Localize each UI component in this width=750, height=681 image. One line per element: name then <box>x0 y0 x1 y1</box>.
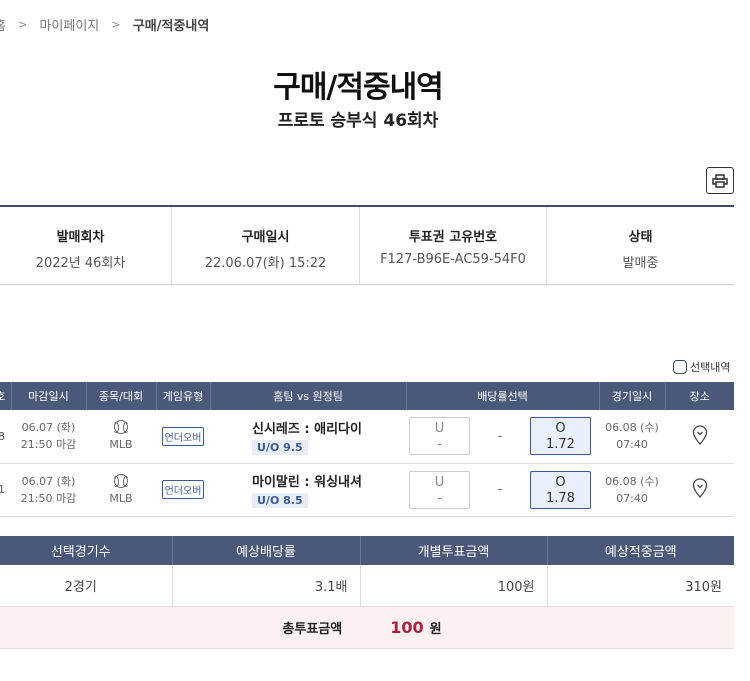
deadline-date: 06.07 (화) <box>21 421 76 435</box>
col-sport: 종목/대회 <box>86 382 157 410</box>
home-team: 신시레즈 <box>252 421 300 437</box>
breadcrumb-home[interactable]: 홈 <box>0 19 6 34</box>
game-no: 38 <box>0 410 11 464</box>
chevron-right-icon: > <box>111 18 121 31</box>
draw-odds: - <box>497 428 503 444</box>
under-odds: - <box>437 490 442 506</box>
info-status: 상태 발매중 <box>547 207 734 284</box>
col-expected-odds: 예상배당률 <box>172 536 361 565</box>
print-button[interactable] <box>706 167 734 194</box>
breadcrumb: 홈 > 마이페이지 > 구매/적중내역 <box>0 15 209 34</box>
away-team: 워싱내셔 <box>314 475 362 490</box>
select-history-checkbox[interactable] <box>673 360 687 374</box>
col-expected-win: 예상적중금액 <box>547 536 734 565</box>
info-status-label: 상태 <box>628 230 653 245</box>
summary-row: 2경기 3.1배 100원 310원 <box>0 565 734 607</box>
total-unit: 원 <box>429 622 442 637</box>
game-no: 41 <box>0 463 11 517</box>
match-teams: 신시레즈 : 애리다이 <box>252 421 362 437</box>
over-label: O <box>555 421 566 437</box>
over-odds-button[interactable]: O 1.72 <box>529 417 591 456</box>
info-date-value: 22.06.07(화) 15:22 <box>204 256 327 271</box>
select-history-toggle[interactable]: 선택내역 <box>673 359 730 375</box>
info-ticket-label: 투표권 고유번호 <box>408 230 498 245</box>
info-ticket: 투표권 고유번호 F127-B96E-AC59-54F0 <box>360 207 547 284</box>
total-label: 총투표금액 <box>282 622 343 637</box>
col-selected-count: 선택경기수 <box>0 536 173 565</box>
chevron-right-icon: > <box>18 18 28 31</box>
baseball-icon <box>113 420 129 435</box>
col-match: 홈팀 vs 원정팀 <box>210 382 407 410</box>
location-pin-icon[interactable] <box>692 425 708 445</box>
info-ticket-value: F127-B96E-AC59-54F0 <box>380 252 526 267</box>
draw-odds: - <box>497 482 503 497</box>
handicap-line: U/O 8.5 <box>252 493 308 508</box>
summary-header-row: 선택경기수 예상배당률 개별투표금액 예상적중금액 <box>0 536 734 565</box>
league: MLB <box>109 438 133 452</box>
deadline-time: 21:50 마감 <box>20 491 77 505</box>
info-date: 구매일시 22.06.07(화) 15:22 <box>172 207 360 284</box>
over-label: O <box>555 474 566 490</box>
bet-amount: 100원 <box>360 565 548 607</box>
col-bet-amount: 개별투표금액 <box>360 536 548 565</box>
games-header-row: 호 마감일시 종목/대회 게임유형 홈팀 vs 원정팀 배당률선택 경기일시 장… <box>0 382 734 410</box>
over-odds: 1.72 <box>546 437 575 453</box>
deadline-time: 21:50 마감 <box>20 438 77 452</box>
expected-odds: 3.1배 <box>172 565 361 607</box>
game-type-badge: 언더오버 <box>161 480 205 499</box>
info-round-value: 2022년 46회차 <box>35 256 126 271</box>
col-deadline: 마감일시 <box>11 382 87 410</box>
col-odds: 배당률선택 <box>406 382 600 410</box>
under-odds-button[interactable]: U- <box>409 417 470 456</box>
page-title: 구매/적중내역 <box>273 70 444 105</box>
selected-count: 2경기 <box>0 565 173 607</box>
purchase-info: 발매회차 2022년 46회차 구매일시 22.06.07(화) 15:22 투… <box>0 205 734 285</box>
summary-table: 선택경기수 예상배당률 개별투표금액 예상적중금액 2경기 3.1배 100원 … <box>0 536 734 607</box>
info-date-label: 구매일시 <box>241 230 290 245</box>
baseball-icon <box>113 473 129 488</box>
breadcrumb-mypage[interactable]: 마이페이지 <box>39 19 99 34</box>
info-round-label: 발매회차 <box>56 230 105 245</box>
home-team: 마이말린 <box>252 475 300 490</box>
game-time: 07:40 <box>616 491 648 505</box>
table-row: 38 06.07 (화) 21:50 마감 MLB 언더오버 신시레즈 : 애리다… <box>0 410 734 464</box>
select-history-label: 선택내역 <box>690 361 731 374</box>
league: MLB <box>109 491 133 505</box>
col-no: 호 <box>0 382 12 410</box>
breadcrumb-current: 구매/적중내역 <box>132 19 210 34</box>
info-status-value: 발매중 <box>622 256 659 271</box>
away-team: 애리다이 <box>314 421 362 437</box>
over-odds-button[interactable]: O 1.78 <box>529 470 591 509</box>
handicap-line: U/O 9.5 <box>252 439 308 455</box>
page-subtitle: 프로토 승부식 46회차 <box>277 111 439 131</box>
over-odds: 1.78 <box>546 490 575 506</box>
printer-icon <box>712 173 728 188</box>
table-row: 41 06.07 (화) 21:50 마감 MLB 언더오버 마이말린 : 워싱내… <box>0 463 734 517</box>
game-date: 06.08 (수) <box>605 421 659 435</box>
game-date: 06.08 (수) <box>605 474 659 488</box>
location-pin-icon[interactable] <box>692 478 708 498</box>
expected-win: 310원 <box>547 565 734 607</box>
under-odds-button[interactable]: U- <box>409 470 470 509</box>
under-odds: - <box>437 437 442 453</box>
col-type: 게임유형 <box>156 382 211 410</box>
game-type-badge: 언더오버 <box>161 426 205 446</box>
match-teams: 마이말린 : 워싱내셔 <box>252 475 362 490</box>
under-label: U <box>434 421 445 437</box>
deadline-date: 06.07 (화) <box>21 474 76 488</box>
col-gamedate: 경기일시 <box>599 382 666 410</box>
info-round: 발매회차 2022년 46회차 <box>0 207 172 284</box>
col-venue: 장소 <box>665 382 734 410</box>
game-time: 07:40 <box>616 438 648 452</box>
total-amount-bar: 총투표금액 100 원 <box>0 607 734 649</box>
games-table: 호 마감일시 종목/대회 게임유형 홈팀 vs 원정팀 배당률선택 경기일시 장… <box>0 382 734 517</box>
under-label: U <box>434 474 445 490</box>
total-value: 100 <box>390 618 424 637</box>
